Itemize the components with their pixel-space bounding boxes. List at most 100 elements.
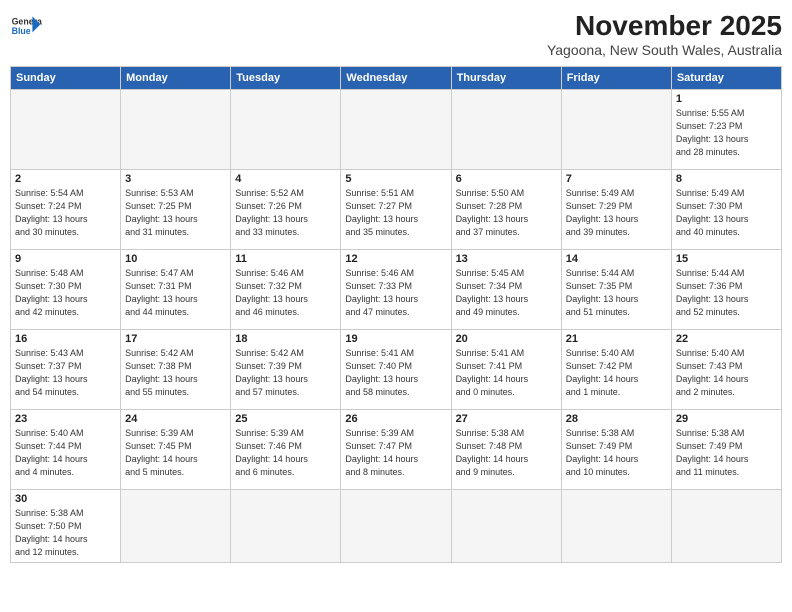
day-number: 30 — [15, 493, 116, 505]
day-info: Sunrise: 5:43 AM Sunset: 7:37 PM Dayligh… — [15, 347, 116, 399]
day-info: Sunrise: 5:39 AM Sunset: 7:46 PM Dayligh… — [235, 427, 336, 479]
calendar-day-cell: 10 Sunrise: 5:47 AM Sunset: 7:31 PM Dayli… — [121, 250, 231, 330]
day-info: Sunrise: 5:39 AM Sunset: 7:47 PM Dayligh… — [345, 427, 446, 479]
day-info: Sunrise: 5:48 AM Sunset: 7:30 PM Dayligh… — [15, 267, 116, 319]
calendar-day-cell — [121, 90, 231, 170]
calendar-day-cell — [671, 490, 781, 563]
day-info: Sunrise: 5:39 AM Sunset: 7:45 PM Dayligh… — [125, 427, 226, 479]
calendar-day-cell: 7Sunrise: 5:49 AM Sunset: 7:29 PM Daylig… — [561, 170, 671, 250]
day-number: 9 — [15, 253, 116, 265]
day-number: 22 — [676, 333, 777, 345]
month-title: November 2025 — [547, 10, 782, 42]
calendar-day-cell: 27 Sunrise: 5:38 AM Sunset: 7:48 PM Dayli… — [451, 410, 561, 490]
calendar-day-cell — [341, 490, 451, 563]
calendar-week-row: 2 Sunrise: 5:54 AM Sunset: 7:24 PM Daylig… — [11, 170, 782, 250]
day-number: 27 — [456, 413, 557, 425]
calendar-day-cell: 30Sunrise: 5:38 AM Sunset: 7:50 PM Dayli… — [11, 490, 121, 563]
day-number: 8 — [676, 173, 777, 185]
calendar-day-cell: 20Sunrise: 5:41 AM Sunset: 7:41 PM Dayli… — [451, 330, 561, 410]
location-subtitle: Yagoona, New South Wales, Australia — [547, 42, 782, 58]
day-number: 10 — [125, 253, 226, 265]
day-number: 26 — [345, 413, 446, 425]
day-number: 21 — [566, 333, 667, 345]
day-info: Sunrise: 5:49 AM Sunset: 7:30 PM Dayligh… — [676, 187, 777, 239]
calendar-day-cell: 1Sunrise: 5:55 AM Sunset: 7:23 PM Daylig… — [671, 90, 781, 170]
day-of-week-header: Monday — [121, 67, 231, 90]
day-number: 12 — [345, 253, 446, 265]
calendar-day-cell: 2 Sunrise: 5:54 AM Sunset: 7:24 PM Daylig… — [11, 170, 121, 250]
day-number: 23 — [15, 413, 116, 425]
calendar-day-cell — [451, 490, 561, 563]
calendar-day-cell: 26 Sunrise: 5:39 AM Sunset: 7:47 PM Dayli… — [341, 410, 451, 490]
calendar-day-cell — [231, 490, 341, 563]
calendar-day-cell: 12 Sunrise: 5:46 AM Sunset: 7:33 PM Dayli… — [341, 250, 451, 330]
day-number: 2 — [15, 173, 116, 185]
calendar-day-cell: 23 Sunrise: 5:40 AM Sunset: 7:44 PM Dayli… — [11, 410, 121, 490]
day-number: 7 — [566, 173, 667, 185]
logo: General Blue — [10, 10, 42, 42]
calendar-day-cell — [341, 90, 451, 170]
day-number: 19 — [345, 333, 446, 345]
calendar-day-cell: 22 Sunrise: 5:40 AM Sunset: 7:43 PM Dayli… — [671, 330, 781, 410]
day-number: 16 — [15, 333, 116, 345]
day-info: Sunrise: 5:51 AM Sunset: 7:27 PM Dayligh… — [345, 187, 446, 239]
day-info: Sunrise: 5:38 AM Sunset: 7:48 PM Dayligh… — [456, 427, 557, 479]
day-info: Sunrise: 5:42 AM Sunset: 7:38 PM Dayligh… — [125, 347, 226, 399]
calendar-day-cell — [561, 90, 671, 170]
calendar-day-cell — [451, 90, 561, 170]
calendar-day-cell: 18 Sunrise: 5:42 AM Sunset: 7:39 PM Dayli… — [231, 330, 341, 410]
calendar-day-cell: 28 Sunrise: 5:38 AM Sunset: 7:49 PM Dayli… — [561, 410, 671, 490]
day-info: Sunrise: 5:44 AM Sunset: 7:36 PM Dayligh… — [676, 267, 777, 319]
day-of-week-header: Wednesday — [341, 67, 451, 90]
calendar-day-cell: 24Sunrise: 5:39 AM Sunset: 7:45 PM Dayli… — [121, 410, 231, 490]
calendar-day-cell — [231, 90, 341, 170]
day-number: 1 — [676, 93, 777, 105]
calendar-day-cell: 19 Sunrise: 5:41 AM Sunset: 7:40 PM Dayli… — [341, 330, 451, 410]
day-info: Sunrise: 5:54 AM Sunset: 7:24 PM Dayligh… — [15, 187, 116, 239]
calendar-week-row: 23 Sunrise: 5:40 AM Sunset: 7:44 PM Dayli… — [11, 410, 782, 490]
day-info: Sunrise: 5:52 AM Sunset: 7:26 PM Dayligh… — [235, 187, 336, 239]
calendar-day-cell: 21Sunrise: 5:40 AM Sunset: 7:42 PM Dayli… — [561, 330, 671, 410]
calendar-day-cell: 13Sunrise: 5:45 AM Sunset: 7:34 PM Dayli… — [451, 250, 561, 330]
title-block: November 2025 Yagoona, New South Wales, … — [547, 10, 782, 58]
calendar-day-cell: 5 Sunrise: 5:51 AM Sunset: 7:27 PM Daylig… — [341, 170, 451, 250]
calendar-day-cell: 29 Sunrise: 5:38 AM Sunset: 7:49 PM Dayli… — [671, 410, 781, 490]
calendar-day-cell: 9 Sunrise: 5:48 AM Sunset: 7:30 PM Daylig… — [11, 250, 121, 330]
day-of-week-header: Saturday — [671, 67, 781, 90]
day-info: Sunrise: 5:38 AM Sunset: 7:49 PM Dayligh… — [566, 427, 667, 479]
calendar-day-cell: 11 Sunrise: 5:46 AM Sunset: 7:32 PM Dayli… — [231, 250, 341, 330]
calendar-day-cell: 4Sunrise: 5:52 AM Sunset: 7:26 PM Daylig… — [231, 170, 341, 250]
day-info: Sunrise: 5:41 AM Sunset: 7:40 PM Dayligh… — [345, 347, 446, 399]
day-number: 15 — [676, 253, 777, 265]
day-of-week-header: Thursday — [451, 67, 561, 90]
day-number: 5 — [345, 173, 446, 185]
day-number: 13 — [456, 253, 557, 265]
day-info: Sunrise: 5:40 AM Sunset: 7:44 PM Dayligh… — [15, 427, 116, 479]
day-number: 11 — [235, 253, 336, 265]
day-info: Sunrise: 5:42 AM Sunset: 7:39 PM Dayligh… — [235, 347, 336, 399]
day-number: 28 — [566, 413, 667, 425]
calendar-day-cell: 16 Sunrise: 5:43 AM Sunset: 7:37 PM Dayli… — [11, 330, 121, 410]
day-info: Sunrise: 5:46 AM Sunset: 7:33 PM Dayligh… — [345, 267, 446, 319]
day-info: Sunrise: 5:47 AM Sunset: 7:31 PM Dayligh… — [125, 267, 226, 319]
calendar-day-cell — [561, 490, 671, 563]
calendar-day-cell: 14Sunrise: 5:44 AM Sunset: 7:35 PM Dayli… — [561, 250, 671, 330]
calendar-header-row: SundayMondayTuesdayWednesdayThursdayFrid… — [11, 67, 782, 90]
day-number: 20 — [456, 333, 557, 345]
calendar-day-cell — [11, 90, 121, 170]
day-number: 14 — [566, 253, 667, 265]
svg-text:Blue: Blue — [12, 26, 31, 36]
day-of-week-header: Sunday — [11, 67, 121, 90]
day-number: 29 — [676, 413, 777, 425]
day-info: Sunrise: 5:46 AM Sunset: 7:32 PM Dayligh… — [235, 267, 336, 319]
logo-icon: General Blue — [10, 10, 42, 42]
calendar-week-row: 1Sunrise: 5:55 AM Sunset: 7:23 PM Daylig… — [11, 90, 782, 170]
day-info: Sunrise: 5:40 AM Sunset: 7:43 PM Dayligh… — [676, 347, 777, 399]
day-number: 18 — [235, 333, 336, 345]
calendar-day-cell: 8 Sunrise: 5:49 AM Sunset: 7:30 PM Daylig… — [671, 170, 781, 250]
day-number: 17 — [125, 333, 226, 345]
day-info: Sunrise: 5:50 AM Sunset: 7:28 PM Dayligh… — [456, 187, 557, 239]
day-info: Sunrise: 5:38 AM Sunset: 7:49 PM Dayligh… — [676, 427, 777, 479]
day-of-week-header: Tuesday — [231, 67, 341, 90]
day-number: 6 — [456, 173, 557, 185]
